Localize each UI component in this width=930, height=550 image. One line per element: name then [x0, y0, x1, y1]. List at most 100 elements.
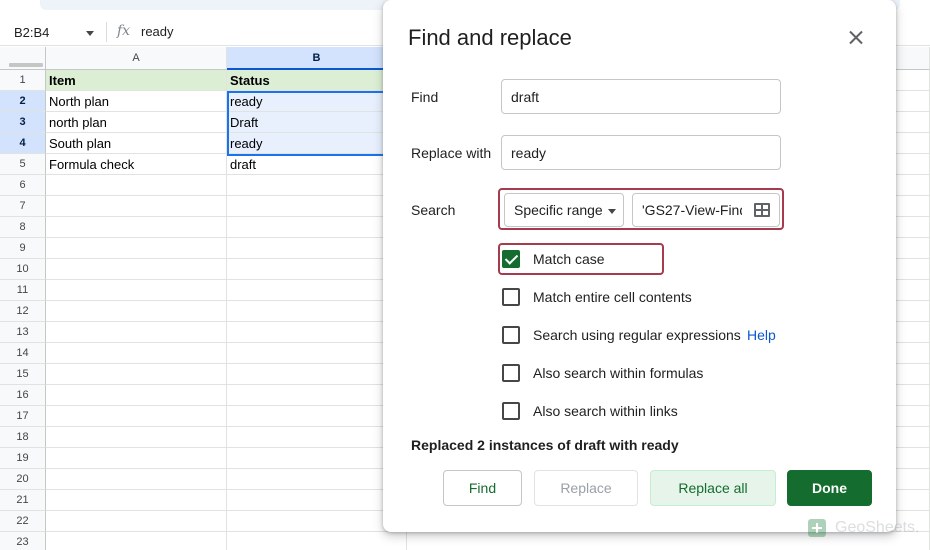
grid-cell[interactable] — [227, 364, 407, 385]
chevron-down-icon — [86, 31, 94, 36]
select-all-corner[interactable] — [0, 47, 46, 70]
grid-cell[interactable] — [46, 490, 227, 511]
search-links-checkbox[interactable] — [502, 402, 520, 420]
grid-cell[interactable] — [46, 322, 227, 343]
grid-cell[interactable]: Formula check — [46, 154, 227, 175]
grid-cell[interactable] — [227, 259, 407, 280]
grid-cell[interactable] — [46, 343, 227, 364]
regex-label: Search using regular expressions — [533, 327, 741, 343]
done-button[interactable]: Done — [787, 470, 872, 506]
grid-cell[interactable] — [227, 490, 407, 511]
row-header[interactable]: 13 — [0, 322, 46, 343]
grid-cell[interactable]: north plan — [46, 112, 227, 133]
grid-cell[interactable] — [46, 511, 227, 532]
row-header[interactable]: 15 — [0, 364, 46, 385]
search-scope-group: Specific range 'GS27-View-Find — [498, 188, 784, 230]
grid-cell[interactable] — [46, 385, 227, 406]
grid-cell[interactable] — [227, 427, 407, 448]
row-header[interactable]: 3 — [0, 112, 46, 133]
row-header[interactable]: 22 — [0, 511, 46, 532]
grid-cell[interactable]: Status — [227, 70, 407, 91]
grid-cell[interactable]: North plan — [46, 91, 227, 112]
row-header[interactable]: 12 — [0, 301, 46, 322]
grid-cell[interactable] — [227, 322, 407, 343]
replace-label: Replace with — [411, 145, 492, 161]
row-header[interactable]: 5 — [0, 154, 46, 175]
grid-cell[interactable] — [227, 175, 407, 196]
grid-cell[interactable] — [227, 280, 407, 301]
row-header[interactable]: 8 — [0, 217, 46, 238]
grid-select-icon[interactable] — [754, 203, 770, 217]
grid-cell[interactable] — [46, 217, 227, 238]
grid-cell[interactable] — [227, 238, 407, 259]
grid-cell[interactable] — [46, 238, 227, 259]
row-header[interactable]: 20 — [0, 469, 46, 490]
grid-cell[interactable]: Draft — [227, 112, 407, 133]
row-header[interactable]: 19 — [0, 448, 46, 469]
row-header[interactable]: 6 — [0, 175, 46, 196]
match-entire-cell-checkbox[interactable] — [502, 288, 520, 306]
grid-cell[interactable]: South plan — [46, 133, 227, 154]
grid-cell[interactable] — [46, 301, 227, 322]
close-icon[interactable] — [845, 27, 867, 49]
grid-cell[interactable] — [46, 532, 227, 550]
grid-cell[interactable]: ready — [227, 133, 407, 154]
row-header[interactable]: 14 — [0, 343, 46, 364]
grid-cell[interactable] — [46, 196, 227, 217]
grid-cell[interactable] — [46, 280, 227, 301]
row-header[interactable]: 2 — [0, 91, 46, 112]
search-scope-select[interactable]: Specific range — [504, 193, 624, 227]
grid-cell[interactable] — [46, 259, 227, 280]
grid-cell[interactable] — [227, 406, 407, 427]
row-header[interactable]: 17 — [0, 406, 46, 427]
row-header[interactable]: 16 — [0, 385, 46, 406]
grid-cell[interactable]: draft — [227, 154, 407, 175]
regex-checkbox[interactable] — [502, 326, 520, 344]
grid-cell[interactable] — [227, 196, 407, 217]
replace-input[interactable] — [501, 135, 781, 170]
row-header[interactable]: 4 — [0, 133, 46, 154]
column-header-a[interactable]: A — [46, 47, 227, 70]
grid-cell[interactable] — [46, 469, 227, 490]
search-formulas-checkbox[interactable] — [502, 364, 520, 382]
find-button[interactable]: Find — [443, 470, 522, 506]
grid-cell[interactable]: Item — [46, 70, 227, 91]
name-box-value: B2:B4 — [14, 25, 50, 40]
range-input-value: 'GS27-View-Find — [642, 202, 742, 218]
row-header[interactable]: 18 — [0, 427, 46, 448]
grid-cell[interactable] — [227, 385, 407, 406]
grid-cell[interactable] — [46, 175, 227, 196]
grid-cell[interactable] — [227, 217, 407, 238]
row-header[interactable]: 11 — [0, 280, 46, 301]
row-header[interactable]: 10 — [0, 259, 46, 280]
range-input[interactable]: 'GS27-View-Find — [632, 193, 780, 227]
row-header[interactable]: 21 — [0, 490, 46, 511]
find-input[interactable] — [501, 79, 781, 114]
row-header[interactable]: 1 — [0, 70, 46, 91]
row-header[interactable]: 9 — [0, 238, 46, 259]
grid-cell[interactable] — [46, 427, 227, 448]
replace-button[interactable]: Replace — [534, 470, 638, 506]
grid-cell[interactable] — [46, 448, 227, 469]
search-links-label: Also search within links — [533, 403, 678, 419]
grid-cell[interactable] — [227, 343, 407, 364]
grid-cell[interactable] — [227, 448, 407, 469]
column-header-b[interactable]: B — [227, 47, 407, 70]
name-box[interactable]: B2:B4 — [10, 23, 100, 43]
grid-cell[interactable] — [227, 511, 407, 532]
grid-cell[interactable] — [227, 469, 407, 490]
grid-cell[interactable] — [227, 532, 407, 550]
match-case-checkbox[interactable] — [502, 250, 520, 268]
help-link[interactable]: Help — [747, 327, 776, 343]
row-header[interactable]: 23 — [0, 532, 46, 550]
row-header[interactable]: 7 — [0, 196, 46, 217]
grid-cell[interactable]: ready — [227, 91, 407, 112]
match-entire-cell-label: Match entire cell contents — [533, 289, 692, 305]
fx-icon: fx — [117, 23, 131, 39]
grid-cell[interactable] — [227, 301, 407, 322]
search-formulas-label: Also search within formulas — [533, 365, 704, 381]
formula-input[interactable]: ready — [141, 24, 174, 39]
grid-cell[interactable] — [46, 364, 227, 385]
grid-cell[interactable] — [46, 406, 227, 427]
replace-all-button[interactable]: Replace all — [650, 470, 776, 506]
